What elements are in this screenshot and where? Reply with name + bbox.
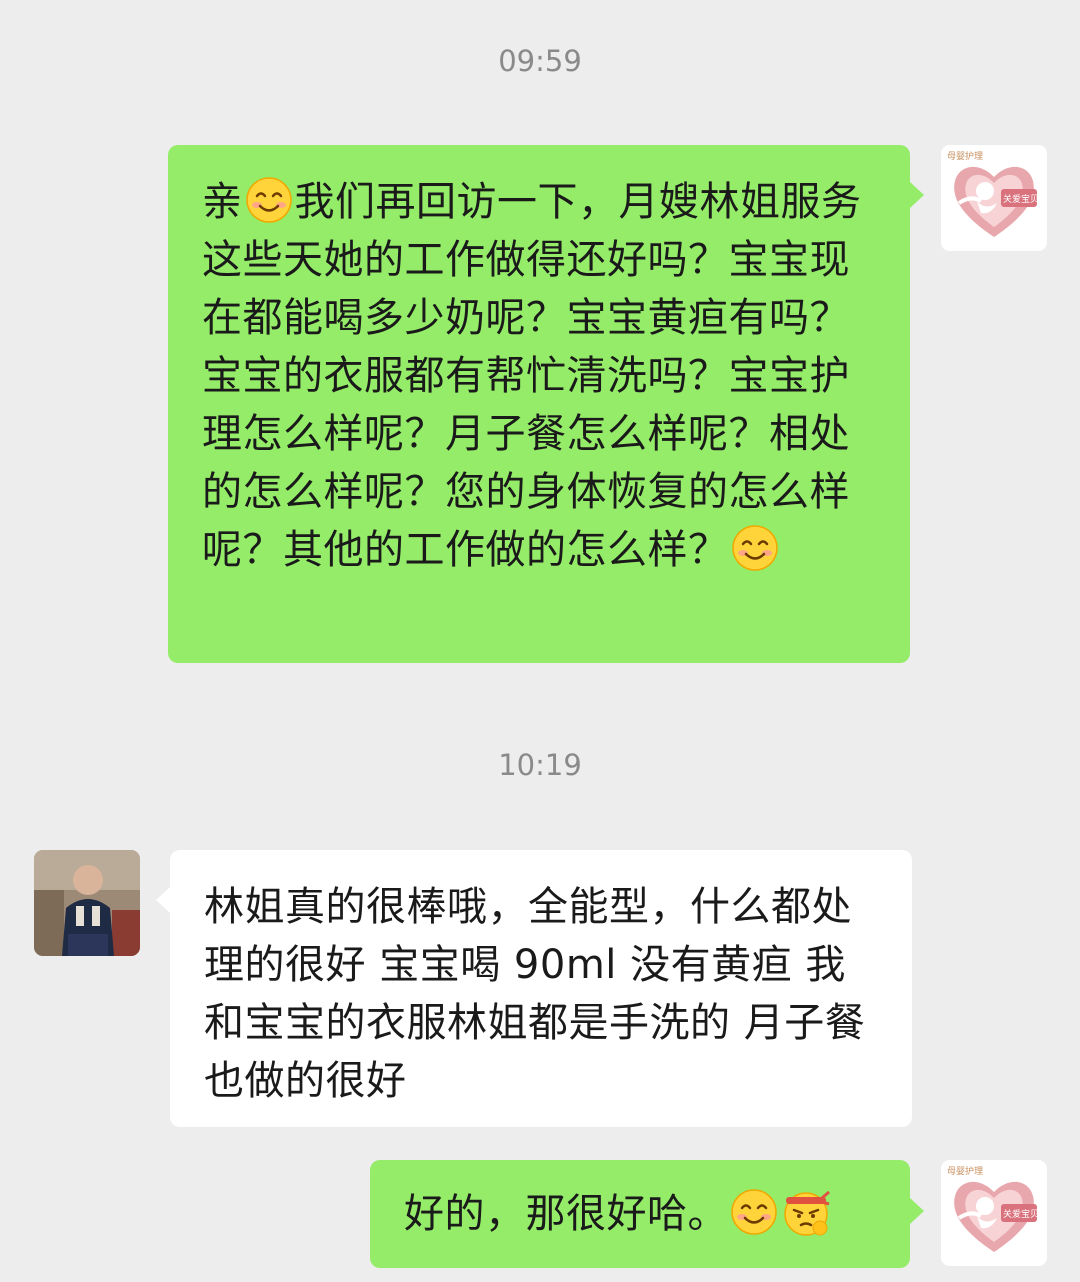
- my-avatar[interactable]: 母婴护理 关爱宝贝: [941, 145, 1047, 251]
- brand-small-text: 母婴护理: [947, 150, 983, 162]
- brand-small-text: 母婴护理: [947, 1165, 983, 1177]
- message-text: 好的，那很好哈。: [404, 1185, 880, 1243]
- message-bubble-sent[interactable]: 亲我们再回访一下，月嫂林姐服务这些天她的工作做得还好吗？宝宝现在都能喝多少奶呢？…: [168, 145, 910, 663]
- bubble-tail: [910, 1198, 924, 1224]
- message-text: 林姐真的很棒哦，全能型，什么都处理的很好 宝宝喝 90ml 没有黄疸 我和宝宝的…: [204, 884, 866, 1104]
- message-bubble-received[interactable]: 林姐真的很棒哦，全能型，什么都处理的很好 宝宝喝 90ml 没有黄疸 我和宝宝的…: [170, 850, 912, 1127]
- message-text: 亲我们再回访一下，月嫂林姐服务这些天她的工作做得还好吗？宝宝现在都能喝多少奶呢？…: [202, 173, 880, 579]
- fighting-emoji-icon: [782, 1188, 830, 1236]
- smile-emoji-icon: [730, 1188, 778, 1236]
- smile-emoji-icon: [731, 524, 779, 572]
- bubble-tail: [156, 887, 170, 913]
- smile-emoji-icon: [245, 176, 293, 224]
- bubble-tail: [910, 182, 924, 208]
- my-avatar[interactable]: 母婴护理 关爱宝贝: [941, 1160, 1047, 1266]
- heart-logo-icon: 母婴护理 关爱宝贝: [941, 1160, 1047, 1266]
- contact-avatar[interactable]: [34, 850, 140, 956]
- brand-badge-text: 关爱宝贝: [1003, 193, 1039, 205]
- brand-badge-text: 关爱宝贝: [1003, 1208, 1039, 1220]
- message-bubble-sent[interactable]: 好的，那很好哈。: [370, 1160, 910, 1268]
- timestamp: 10:19: [498, 748, 582, 782]
- heart-logo-icon: 母婴护理 关爱宝贝: [941, 145, 1047, 251]
- baby-photo-icon: [34, 850, 140, 956]
- timestamp: 09:59: [498, 44, 582, 78]
